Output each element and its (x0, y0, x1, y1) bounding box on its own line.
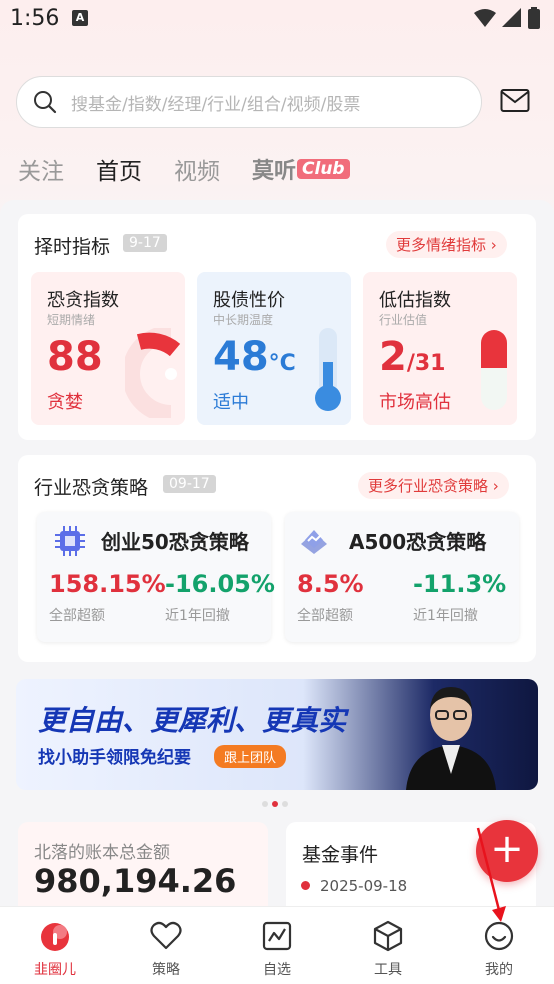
tab-club[interactable]: 莫听 Club (252, 153, 350, 185)
asset-label: 北落的账本总金额 (34, 843, 170, 863)
presenter-image (406, 687, 496, 790)
fear-greed-sub: 短期情绪 (47, 313, 96, 327)
chip-icon (55, 526, 85, 556)
top-tabs: 关注 首页 视频 莫听 Club (18, 152, 350, 186)
nav-item-watchlist[interactable]: 自选 (222, 907, 332, 984)
annotation-arrow (476, 827, 506, 922)
strategy-name: 创业50恐贪策略 (101, 530, 249, 554)
signal-icon (502, 8, 521, 27)
strategy-excess-label: 全部超额 (49, 608, 105, 624)
tab-home[interactable]: 首页 (96, 152, 142, 186)
strategy-item-cyb50[interactable]: 创业50恐贪策略 158.15% -16.05% 全部超额 近1年回撤 (37, 512, 275, 642)
strategy-drawdown-label: 近1年回撤 (413, 608, 478, 624)
stock-bond-card[interactable]: 股债性价 中长期温度 48°C 适中 (197, 272, 351, 425)
event-date: 2025-09-18 (320, 877, 408, 895)
carousel-dots (262, 801, 288, 807)
notification-icon: A (72, 10, 88, 26)
stock-bond-desc: 适中 (213, 392, 249, 413)
strategy-drawdown-value: -16.05% (165, 570, 275, 598)
capsule-icon (481, 330, 507, 410)
strategy-drawdown-value: -11.3% (413, 570, 507, 598)
nav-label: 自选 (263, 962, 291, 978)
stock-bond-unit: °C (268, 351, 296, 376)
club-text: 莫听 (252, 159, 297, 184)
stock-bond-title: 股债性价 (213, 290, 285, 311)
fear-greed-title: 恐贪指数 (47, 290, 119, 311)
banner-subtitle: 找小助手领限免纪要 (38, 748, 191, 768)
tab-video[interactable]: 视频 (174, 152, 220, 186)
undervalue-sub: 行业估值 (379, 313, 428, 327)
nav-label: 我的 (485, 962, 513, 978)
undervalue-value: 2 (379, 334, 407, 380)
stock-bond-value-wrap: 48°C (213, 334, 296, 380)
promo-banner[interactable]: 更自由、更犀利、更真实 找小助手领限免纪要 跟上团队 (16, 679, 538, 790)
nav-item-home[interactable]: 韭圈儿 (0, 907, 110, 984)
gauge-icon (125, 328, 181, 418)
strategy-excess-value: 8.5% (297, 570, 364, 598)
fear-greed-card[interactable]: 恐贪指数 短期情绪 88 贪婪 (31, 272, 185, 425)
search-input[interactable]: 搜基金/指数/经理/行业/组合/视频/股票 (16, 76, 482, 128)
strategy-excess-value: 158.15% (49, 570, 166, 598)
more-sentiment-link[interactable]: 更多情绪指标 › (386, 231, 507, 258)
thermometer-icon (315, 328, 341, 411)
search-placeholder: 搜基金/指数/经理/行业/组合/视频/股票 (71, 94, 361, 115)
fear-greed-value: 88 (47, 334, 103, 380)
strategy-name: A500恐贪策略 (349, 530, 487, 554)
undervalue-card[interactable]: 低估指数 行业估值 2/31 市场高估 (363, 272, 517, 425)
undervalue-unit: /31 (406, 351, 446, 376)
nav-item-tools[interactable]: 工具 (333, 907, 443, 984)
more-sentiment-label: 更多情绪指标 (396, 236, 487, 254)
stock-bond-sub: 中长期温度 (213, 313, 274, 327)
carousel-dot (262, 801, 268, 807)
heart-icon (150, 921, 182, 950)
timing-title: 择时指标 (34, 236, 111, 258)
undervalue-value-wrap: 2/31 (379, 334, 446, 380)
undervalue-title: 低估指数 (379, 290, 451, 311)
battery-icon (528, 7, 540, 29)
search-icon (34, 91, 57, 114)
home-logo-icon (41, 923, 69, 951)
strategy-item-a500[interactable]: A500恐贪策略 8.5% -11.3% 全部超额 近1年回撤 (285, 512, 519, 642)
status-bar: 1:56 A (0, 0, 554, 40)
strategy-excess-label: 全部超额 (297, 608, 353, 624)
mail-icon[interactable] (500, 88, 530, 114)
strategy-title: 行业恐贪策略 (34, 477, 149, 499)
strategy-date: 09-17 (163, 475, 216, 493)
more-strategy-label: 更多行业恐贪策略 (368, 477, 489, 495)
nav-item-strategy[interactable]: 策略 (111, 907, 221, 984)
chart-stack-icon (301, 530, 327, 554)
banner-title: 更自由、更犀利、更真实 (38, 704, 347, 737)
asset-value: 980,194.26 (34, 862, 237, 900)
club-badge: Club (297, 159, 350, 179)
carousel-dot-active (272, 801, 278, 807)
strategy-drawdown-label: 近1年回撤 (165, 608, 230, 624)
fear-greed-desc: 贪婪 (47, 392, 83, 413)
banner-button[interactable]: 跟上团队 (214, 745, 287, 768)
tab-follow[interactable]: 关注 (18, 152, 64, 186)
nav-label: 韭圈儿 (34, 962, 76, 978)
event-dot (301, 881, 310, 890)
status-time: 1:56 (10, 6, 60, 31)
status-icons (474, 7, 540, 29)
stock-bond-value: 48 (213, 334, 269, 380)
carousel-dot (282, 801, 288, 807)
more-strategy-link[interactable]: 更多行业恐贪策略 › (358, 472, 509, 499)
nav-label: 策略 (152, 962, 180, 978)
cube-icon (373, 920, 403, 952)
nav-label: 工具 (374, 962, 402, 978)
wifi-icon (474, 9, 496, 27)
chart-box-icon (262, 921, 292, 951)
undervalue-desc: 市场高估 (379, 392, 451, 413)
fund-events-title: 基金事件 (302, 844, 379, 866)
timing-date: 9-17 (123, 234, 167, 252)
